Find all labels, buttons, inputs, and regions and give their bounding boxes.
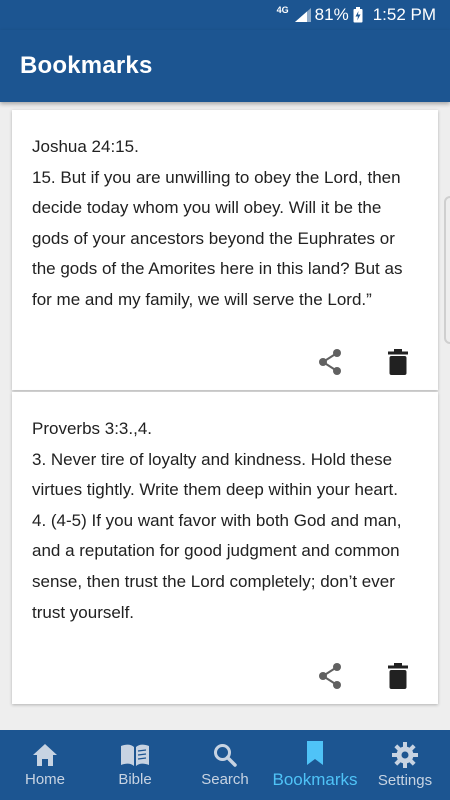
nav-bible[interactable]: Bible xyxy=(90,730,180,800)
nav-label: Settings xyxy=(377,771,433,789)
search-icon xyxy=(214,743,237,767)
nav-label: Bookmarks xyxy=(272,770,358,789)
nav-home[interactable]: Home xyxy=(0,730,90,800)
bookmark-reference: Proverbs 3:3.,4. xyxy=(32,419,153,438)
nav-label: Home xyxy=(24,770,65,788)
share-button[interactable] xyxy=(316,662,344,690)
nav-search[interactable]: Search xyxy=(180,730,270,800)
bottom-navigation: Home Bible Search Bookmarks Settings xyxy=(0,730,450,800)
bookmark-card[interactable]: Proverbs 3:3.,4. 3. Never tire of loyalt… xyxy=(12,392,438,704)
nav-settings[interactable]: Settings xyxy=(360,730,450,800)
bookmark-verse: 15. But if you are unwilling to obey the… xyxy=(32,167,403,309)
clock: 1:52 PM xyxy=(372,5,436,24)
network-type: 4G xyxy=(276,5,289,15)
home-icon xyxy=(33,743,57,766)
bookmark-verse: 3. Never tire of loyalty and kindness. H… xyxy=(32,449,398,500)
page-title: Bookmarks xyxy=(20,52,153,79)
gear-icon xyxy=(392,741,418,768)
trash-icon xyxy=(388,663,408,689)
share-icon xyxy=(319,663,341,689)
bookmark-reference: Joshua 24:15. xyxy=(32,137,139,156)
status-bar: 4G 81% 1:52 PM xyxy=(0,0,450,30)
share-button[interactable] xyxy=(316,348,344,376)
nav-bookmarks[interactable]: Bookmarks xyxy=(270,730,360,800)
battery-percent: 81% xyxy=(314,5,349,24)
app-bar: Bookmarks xyxy=(0,30,450,102)
delete-button[interactable] xyxy=(384,348,412,376)
bookmark-verse: 4. (4-5) If you want favor with both God… xyxy=(32,510,402,622)
bookmark-icon xyxy=(307,741,323,765)
edge-panel-handle[interactable] xyxy=(444,196,450,344)
signal-icon xyxy=(294,8,311,22)
nav-label: Bible xyxy=(118,770,152,788)
bookmark-list[interactable]: Joshua 24:15. 15. But if you are unwilli… xyxy=(0,102,450,730)
book-icon xyxy=(121,744,149,766)
bookmark-card[interactable]: Joshua 24:15. 15. But if you are unwilli… xyxy=(12,110,438,390)
share-icon xyxy=(319,349,341,375)
nav-label: Search xyxy=(201,770,249,788)
delete-button[interactable] xyxy=(384,662,412,690)
battery-icon xyxy=(353,7,363,23)
trash-icon xyxy=(388,349,408,375)
